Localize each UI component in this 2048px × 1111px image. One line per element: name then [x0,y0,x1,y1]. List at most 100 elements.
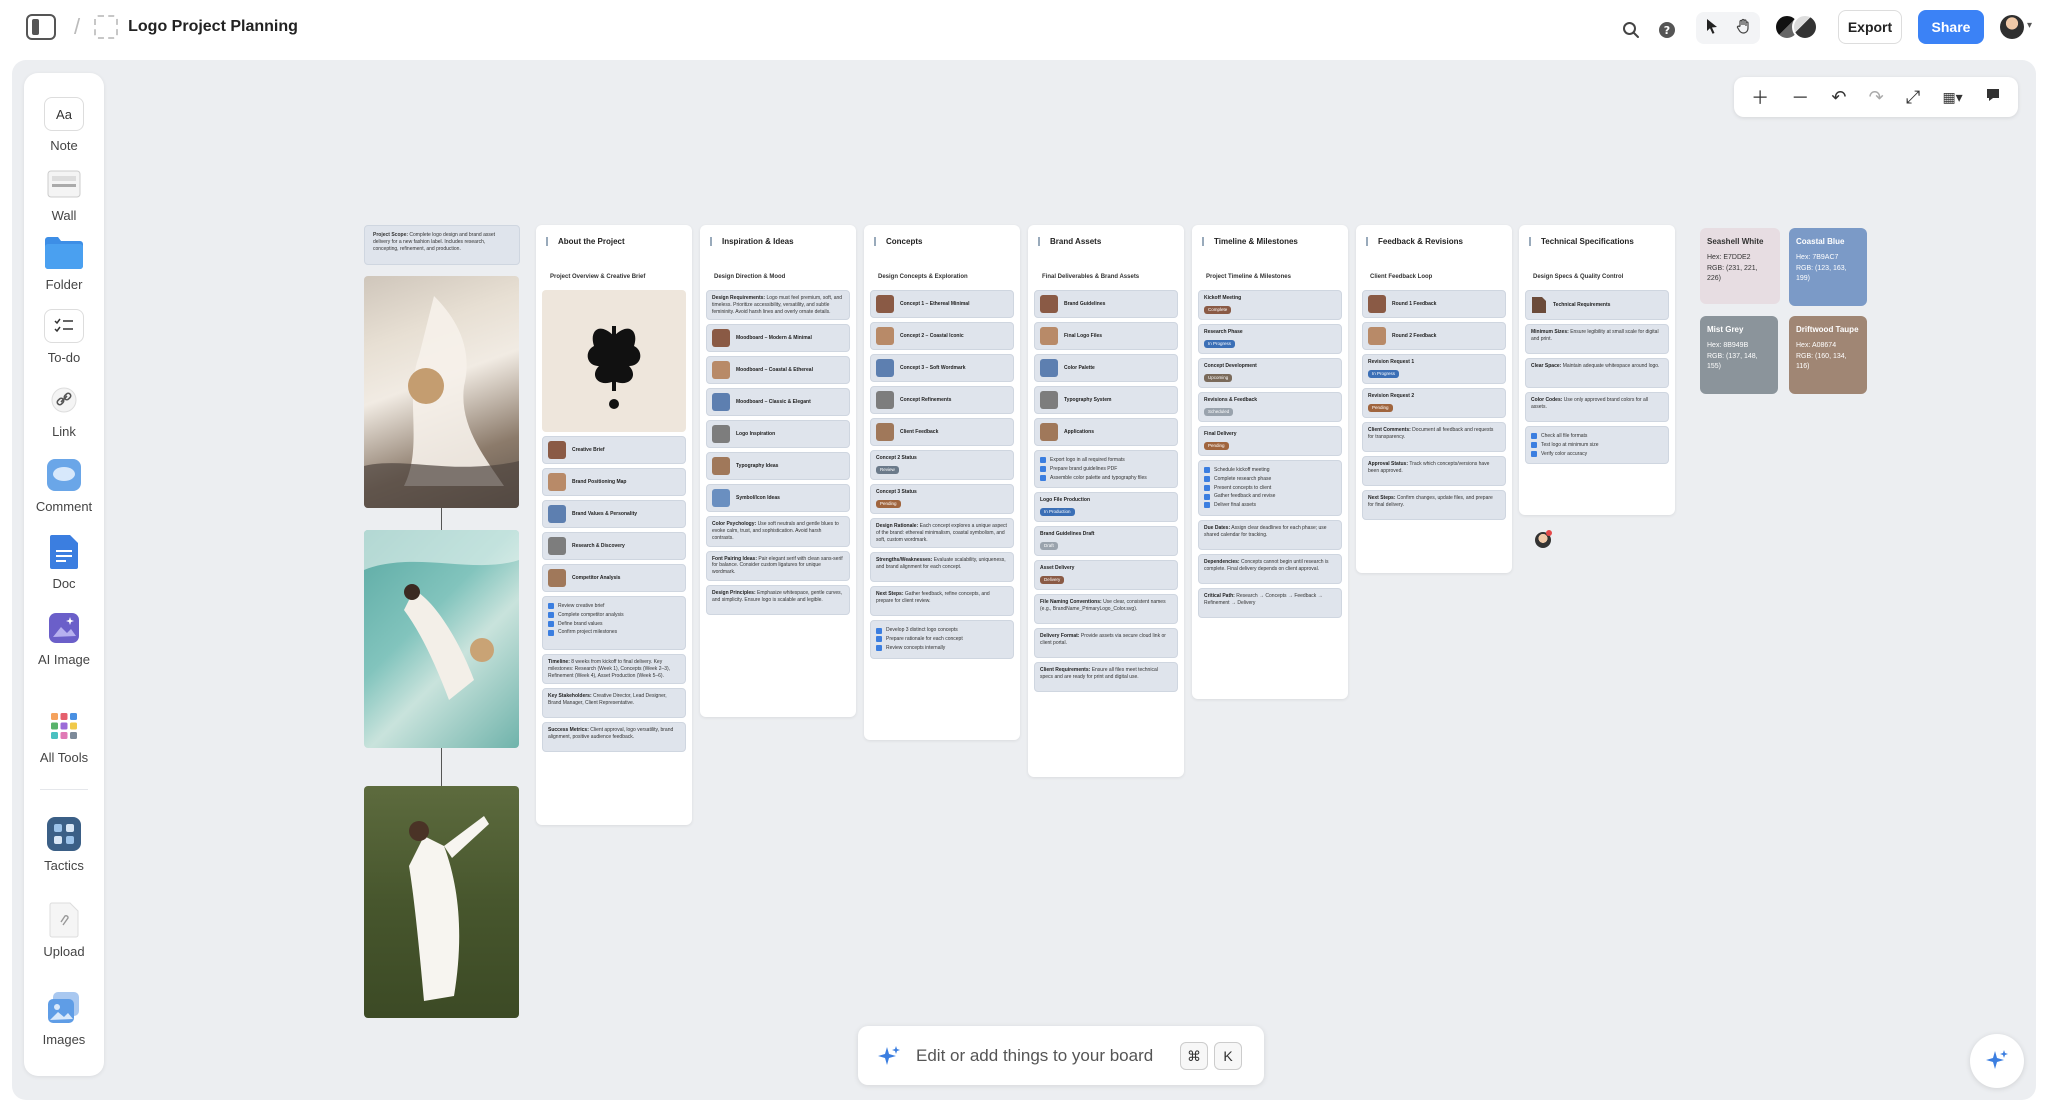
board-card[interactable]: Round 1 Feedback [1362,290,1506,318]
tool-link[interactable]: Link [24,383,104,439]
checklist-item[interactable]: Deliver final assets [1204,502,1336,509]
tool-todo[interactable]: To-do [24,309,104,365]
project-scope-note[interactable]: Project Scope: Complete logo design and … [364,225,520,265]
status-card[interactable]: Revisions & Feedback Scheduled [1198,392,1342,422]
color-swatch[interactable]: Seashell White Hex: E7DDE2 RGB: (231, 221,… [1700,228,1780,304]
technical-requirements-card[interactable]: Technical Requirements [1525,290,1669,320]
tool-images[interactable]: Images [24,991,104,1047]
collaborator-avatars[interactable] [1774,14,1820,42]
tool-doc[interactable]: Doc [24,535,104,591]
note-card[interactable]: Strengths/Weaknesses: Evaluate scalabili… [870,552,1014,583]
note-card[interactable]: Delivery Format: Provide assets via secu… [1034,628,1178,659]
checkbox-icon[interactable] [1204,484,1210,491]
tool-note[interactable]: Aa Note [24,97,104,153]
note-card[interactable]: Dependencies: Concepts cannot begin unti… [1198,553,1342,584]
checklist-item[interactable]: Gather feedback and revise [1204,493,1336,500]
checkbox-icon[interactable] [1204,476,1210,483]
technical-checklist[interactable]: Check all file formats Test logo at minim… [1525,426,1669,465]
note-card[interactable]: Minimum Sizes: Ensure legibility at smal… [1525,324,1669,354]
board-title[interactable]: Logo Project Planning [128,18,298,36]
checklist-item[interactable]: Develop 3 distinct logo concepts [876,627,1008,634]
board-card[interactable]: Competitor Analysis [542,564,686,592]
checkbox-icon[interactable] [548,629,554,636]
concept-checklist[interactable]: Develop 3 distinct logo concepts Prepare … [870,620,1014,659]
status-card[interactable]: Kickoff Meeting Complete [1198,290,1342,320]
note-card[interactable]: Design Rationale: Each concept explores … [870,518,1014,549]
checkbox-icon[interactable] [1040,474,1046,481]
note-card[interactable]: Timeline: 8 weeks from kickoff to final … [542,654,686,685]
inspiration-photo-water[interactable] [364,530,519,748]
share-button[interactable]: Share [1918,10,1984,44]
board-card[interactable]: Round 2 Feedback [1362,322,1506,350]
board-card[interactable]: Concept 2 – Coastal Iconic [870,322,1014,350]
tool-tactics[interactable]: Tactics [24,817,104,873]
note-card[interactable]: Client Requirements: Ensure all files me… [1034,662,1178,693]
checklist-item[interactable]: Review concepts internally [876,645,1008,652]
checklist-item[interactable]: Assemble color palette and typography fi… [1040,475,1172,482]
note-card[interactable]: Approval Status: Track which concepts/ve… [1362,456,1506,486]
board-card[interactable]: Final Logo Files [1034,322,1178,350]
timeline-checklist[interactable]: Schedule kickoff meeting Complete researc… [1198,460,1342,516]
status-badge[interactable]: Review [876,465,899,474]
tool-comment[interactable]: Comment [24,458,104,514]
checkbox-icon[interactable] [876,645,882,652]
board-card[interactable]: Creative Brief [542,436,686,464]
checklist-item[interactable]: Check all file formats [1531,433,1663,440]
redo-icon[interactable]: ↷ [1869,87,1884,108]
asset-checklist[interactable]: Export logo in all required formats Prepa… [1034,450,1178,489]
board-card[interactable]: Symbol/Icon Ideas [706,484,850,513]
tool-all-tools[interactable]: All Tools [24,709,104,765]
help-icon[interactable]: ? [1654,17,1680,43]
checkbox-icon[interactable] [876,636,882,643]
note-card[interactable]: Due Dates: Assign clear deadlines for ea… [1198,519,1342,550]
ai-assistant-button[interactable] [1970,1034,2024,1088]
layout-grid-icon[interactable]: ▦▾ [1942,89,1962,106]
about-checklist[interactable]: Review creative brief Complete competitor… [542,596,686,650]
column-concepts[interactable]: Concepts Design Concepts & Exploration C… [864,225,1020,740]
user-avatar[interactable] [2000,15,2024,39]
pointer-icon[interactable] [1705,18,1719,39]
checkbox-icon[interactable] [548,603,554,610]
status-card[interactable]: Research Phase In Progress [1198,324,1342,354]
status-card[interactable]: Concept 3 Status Pending [870,484,1014,514]
status-card[interactable]: Concept Development Upcoming [1198,358,1342,388]
checklist-item[interactable]: Complete competitor analysis [548,612,680,619]
board-card[interactable]: Concept 3 – Soft Wordmark [870,354,1014,382]
board-card[interactable]: Concept Refinements [870,386,1014,414]
color-swatch[interactable]: Driftwood Taupe Hex: A08674 RGB: (160, 134… [1789,316,1867,394]
board-card[interactable]: Color Palette [1034,354,1178,382]
column-timeline[interactable]: Timeline & Milestones Project Timeline &… [1192,225,1348,699]
design-requirements-note[interactable]: Design Requirements: Logo must feel prem… [706,290,850,321]
checkbox-icon[interactable] [1204,467,1210,474]
checkbox-icon[interactable] [1040,466,1046,473]
logo-sketch-image[interactable] [542,290,686,432]
note-card[interactable]: Design Principles: Emphasize whitespace,… [706,584,850,615]
checklist-item[interactable]: Verify color accuracy [1531,451,1663,458]
inspiration-photo-grass[interactable] [364,786,519,1018]
chevron-down-icon[interactable]: ▾ [2027,20,2032,31]
column-technical[interactable]: Technical Specifications Design Specs & … [1519,225,1675,515]
checklist-item[interactable]: Test logo at minimum size [1531,442,1663,449]
board-card[interactable]: Client Feedback [870,418,1014,446]
board-card[interactable]: Applications [1034,418,1178,446]
column-inspiration[interactable]: Inspiration & Ideas Design Direction & M… [700,225,856,717]
status-card[interactable]: Asset Delivery Delivery [1034,560,1178,591]
board-card[interactable]: Brand Values & Personality [542,500,686,528]
checklist-item[interactable]: Export logo in all required formats [1040,457,1172,464]
checklist-item[interactable]: Prepare rationale for each concept [876,636,1008,643]
status-badge[interactable]: In Production [1040,508,1075,517]
status-card[interactable]: Logo File Production In Production [1034,492,1178,523]
column-about[interactable]: About the Project Project Overview & Cre… [536,225,692,825]
checkbox-icon[interactable] [1531,433,1537,440]
board-card[interactable]: Typography System [1034,386,1178,414]
checkbox-icon[interactable] [1040,457,1046,464]
status-badge[interactable]: Upcoming [1204,373,1233,382]
note-card[interactable]: Color Codes: Use only approved brand col… [1525,392,1669,422]
status-badge[interactable]: Pending [1204,441,1229,450]
checkbox-icon[interactable] [1531,450,1537,457]
note-card[interactable]: Next Steps: Gather feedback, refine conc… [870,586,1014,617]
search-icon[interactable] [1618,17,1644,43]
status-card[interactable]: Revision Request 1 In Progress [1362,354,1506,384]
status-badge[interactable]: Scheduled [1204,407,1234,416]
tool-ai-image[interactable]: AI Image [24,611,104,667]
